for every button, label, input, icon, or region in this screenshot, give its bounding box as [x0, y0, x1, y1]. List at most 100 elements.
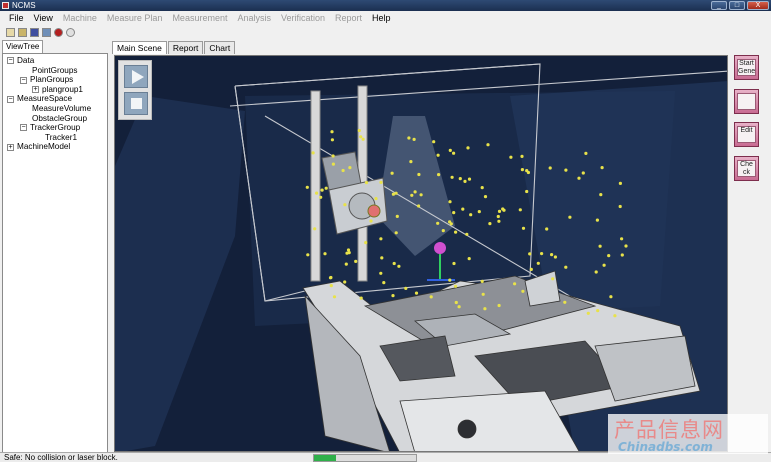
tree-item-plangroup1[interactable]: + plangroup1: [7, 85, 107, 95]
measure-point: [379, 237, 383, 241]
menu-measure-plan[interactable]: Measure Plan: [102, 11, 168, 26]
menu-analysis[interactable]: Analysis: [232, 11, 276, 26]
measure-point: [452, 261, 456, 266]
menu-machine[interactable]: Machine: [58, 11, 102, 26]
measure-point: [407, 136, 411, 140]
measure-point: [496, 214, 500, 219]
title-bar: NCMS _ □ X: [0, 0, 771, 11]
measure-point: [526, 170, 530, 175]
measure-point: [330, 138, 334, 142]
play-button[interactable]: [124, 65, 148, 88]
collapse-icon[interactable]: −: [20, 124, 27, 132]
tree-item-plangroups[interactable]: − PlanGroups: [7, 75, 107, 85]
measure-point: [529, 267, 533, 271]
measure-point: [599, 193, 603, 197]
check-button[interactable]: Che ck: [734, 156, 759, 181]
measure-point: [488, 222, 492, 226]
measure-point: [328, 276, 333, 280]
menu-file[interactable]: File: [4, 11, 29, 26]
expand-icon[interactable]: +: [32, 86, 39, 94]
collapse-icon[interactable]: −: [7, 95, 14, 103]
measure-point: [306, 253, 310, 257]
measure-point: [463, 179, 467, 183]
menu-help[interactable]: Help: [367, 11, 396, 26]
minimize-button[interactable]: _: [711, 1, 727, 10]
menu-measurement[interactable]: Measurement: [167, 11, 232, 26]
measure-point: [329, 284, 333, 288]
window-controls: _ □ X: [711, 1, 769, 10]
measure-point: [382, 281, 386, 285]
start-generate-button[interactable]: Start Gene: [734, 55, 759, 80]
progress-bar: [313, 454, 417, 462]
measure-point: [392, 261, 396, 266]
view-points-button[interactable]: [734, 89, 759, 114]
measure-point: [348, 166, 352, 170]
measure-point: [467, 257, 471, 261]
stop-button[interactable]: [124, 92, 148, 115]
expand-icon[interactable]: +: [7, 143, 14, 151]
measure-point: [441, 229, 445, 233]
measure-point: [563, 300, 567, 304]
watermark-en: Chinadbs.com: [618, 440, 713, 454]
collapse-icon[interactable]: −: [20, 76, 27, 84]
measure-point: [564, 168, 568, 172]
measure-point: [448, 200, 452, 204]
measure-point: [620, 253, 624, 257]
measure-point: [331, 154, 335, 158]
tree-item-tracker1[interactable]: Tracker1: [7, 133, 107, 143]
measure-point: [613, 314, 617, 318]
measure-point: [374, 197, 378, 201]
search-icon[interactable]: [66, 28, 75, 37]
window-title: NCMS: [12, 1, 36, 10]
edit-button[interactable]: Edit: [734, 122, 759, 147]
measure-point: [319, 195, 323, 199]
close-button[interactable]: X: [747, 1, 769, 10]
left-wall: [115, 96, 245, 451]
measure-point: [414, 291, 419, 295]
measure-point: [379, 271, 383, 275]
tree-item-pointgroups[interactable]: PointGroups: [7, 66, 107, 76]
measure-point: [380, 256, 384, 260]
tab-main-scene[interactable]: Main Scene: [112, 41, 167, 54]
tree-item-data[interactable]: − Data: [7, 56, 107, 66]
open-folder-icon[interactable]: [18, 28, 27, 37]
open-icon[interactable]: [6, 28, 15, 37]
record-icon[interactable]: [54, 28, 63, 37]
tree-item-measurevolume[interactable]: MeasureVolume: [7, 104, 107, 114]
measure-point: [551, 277, 555, 281]
tree-item-obstaclegroup[interactable]: ObstacleGroup: [7, 114, 107, 124]
tab-view-tree[interactable]: ViewTree: [2, 40, 44, 53]
measure-point: [521, 289, 525, 293]
tree-item-trackergroup[interactable]: − TrackerGroup: [7, 123, 107, 133]
database-icon[interactable]: [42, 28, 51, 37]
measure-point: [509, 155, 513, 159]
measure-point: [397, 264, 401, 268]
tab-chart[interactable]: Chart: [204, 41, 236, 54]
measure-point: [410, 193, 414, 197]
tree-item-measurespace[interactable]: − MeasureSpace: [7, 94, 107, 104]
measure-point: [448, 278, 452, 282]
menu-view[interactable]: View: [29, 11, 58, 26]
menu-verification[interactable]: Verification: [276, 11, 330, 26]
measure-point: [548, 166, 552, 170]
main-scene-viewport[interactable]: [114, 55, 728, 452]
measure-point: [518, 208, 522, 212]
measure-point: [404, 286, 408, 290]
maximize-button[interactable]: □: [729, 1, 745, 10]
tree-item-machinemodel[interactable]: + MachineModel: [7, 142, 107, 152]
measure-point: [483, 307, 487, 311]
save-icon[interactable]: [30, 28, 39, 37]
measure-point: [550, 253, 554, 257]
tab-report[interactable]: Report: [167, 41, 204, 54]
collapse-icon[interactable]: −: [7, 57, 14, 65]
measure-point: [457, 305, 461, 309]
measure-point: [581, 171, 585, 175]
toolbar: [0, 26, 771, 39]
scene-3d-render: [115, 63, 727, 451]
measure-point: [341, 168, 345, 173]
measure-point: [311, 151, 315, 155]
measure-point: [501, 207, 505, 211]
menu-report[interactable]: Report: [330, 11, 367, 26]
measure-point: [394, 191, 398, 195]
measure-point: [458, 177, 462, 181]
